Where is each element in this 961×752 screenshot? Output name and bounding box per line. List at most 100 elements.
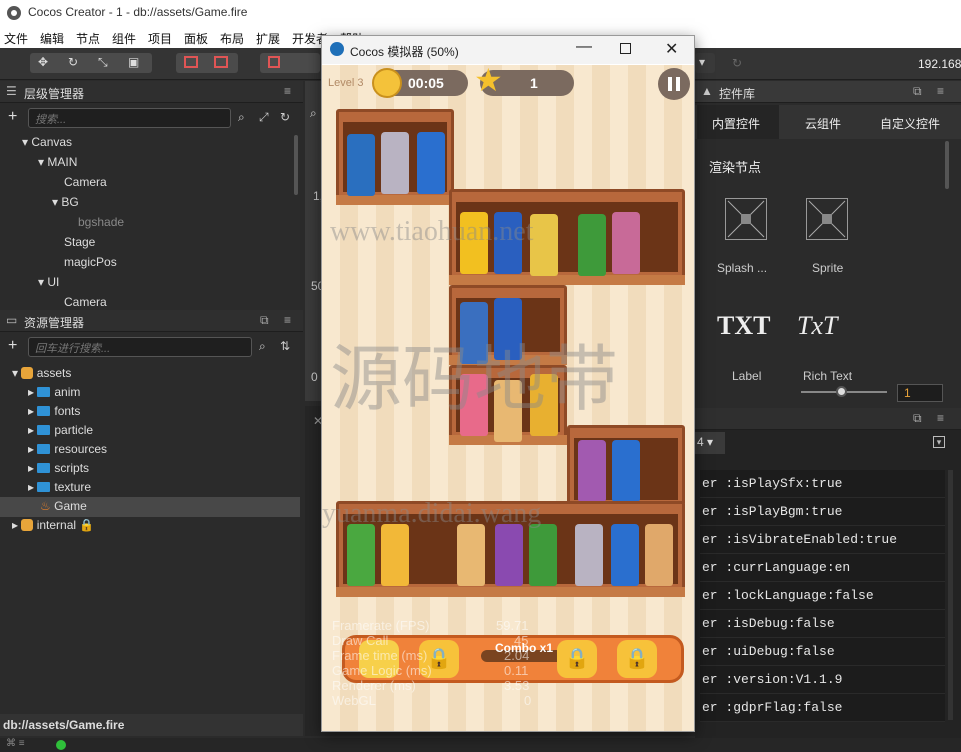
tree-item[interactable]: ▸ internal 🔒 bbox=[12, 518, 94, 532]
game-canvas[interactable]: Level 3 00:05 ★ 1 🔒 Combo x1 🔒 🔒 Framera… bbox=[322, 65, 694, 731]
juice-box-item[interactable] bbox=[460, 212, 488, 274]
zoom-icon[interactable]: ⌕ bbox=[310, 106, 317, 121]
cat-toy-item[interactable] bbox=[457, 524, 485, 586]
menu-extension[interactable]: 扩展 bbox=[256, 30, 280, 47]
lock-icon[interactable]: 🔒 bbox=[617, 640, 657, 678]
tree-node[interactable]: bgshade bbox=[78, 215, 124, 229]
pinwheel-item[interactable] bbox=[347, 134, 375, 196]
menu-icon[interactable]: ≡ bbox=[937, 411, 944, 425]
cookies-box-item[interactable] bbox=[494, 298, 522, 360]
shelf[interactable] bbox=[449, 285, 567, 365]
milk-bottle-item[interactable] bbox=[611, 524, 639, 586]
menu-node[interactable]: 节点 bbox=[76, 30, 100, 47]
menu-file[interactable]: 文件 bbox=[4, 30, 28, 47]
refresh-icon[interactable]: ↻ bbox=[732, 56, 742, 70]
menu-icon[interactable]: ≡ bbox=[937, 84, 944, 98]
pinwheel-item[interactable] bbox=[460, 302, 488, 364]
banana-bottle-item[interactable] bbox=[530, 214, 558, 276]
move-tool-icon[interactable]: ✥ bbox=[38, 55, 48, 69]
maximize-icon[interactable]: ⧉ bbox=[260, 313, 269, 328]
cat-toy-item[interactable] bbox=[381, 132, 409, 194]
shelf[interactable] bbox=[567, 425, 685, 513]
label-icon[interactable]: TXT bbox=[717, 311, 770, 341]
search-icon[interactable]: ⌕ bbox=[238, 110, 245, 125]
cookies-box-item[interactable] bbox=[495, 524, 523, 586]
cookies-box-item[interactable] bbox=[494, 212, 522, 274]
rich-text-icon[interactable]: TxT bbox=[797, 311, 837, 341]
tree-node[interactable]: ▾ MAIN bbox=[38, 155, 77, 169]
tab-builtin[interactable]: 内置控件 bbox=[697, 105, 779, 139]
tree-node[interactable]: magicPos bbox=[64, 255, 117, 269]
zoom-input[interactable]: 1 bbox=[897, 384, 943, 402]
maximize-icon[interactable]: ⧉ bbox=[913, 411, 922, 426]
apple-bottle-item[interactable] bbox=[347, 524, 375, 586]
menu-icon[interactable]: ≡ bbox=[284, 313, 291, 327]
rotate-tool-icon[interactable]: ↻ bbox=[68, 55, 78, 69]
tree-item[interactable]: ▸ texture bbox=[28, 480, 91, 494]
tree-item-selected[interactable]: ♨ Game bbox=[0, 497, 300, 517]
shelf[interactable] bbox=[336, 501, 685, 597]
tree-item[interactable]: ▸ resources bbox=[28, 442, 107, 456]
sort-icon[interactable]: ⇅ bbox=[280, 339, 290, 353]
milk-bottle-item[interactable] bbox=[612, 440, 640, 502]
rect-tool-icon[interactable]: ▣ bbox=[128, 55, 139, 69]
console-scrollbar[interactable] bbox=[948, 470, 953, 720]
locate-icon[interactable]: ⤢ bbox=[259, 110, 269, 125]
add-node-icon[interactable]: + bbox=[8, 108, 17, 126]
pink-toy-item[interactable] bbox=[612, 212, 640, 274]
collapse-icon[interactable]: ▾ bbox=[933, 436, 945, 448]
scrollbar[interactable] bbox=[945, 141, 949, 189]
scale-tool-icon[interactable]: ⤡ bbox=[98, 55, 108, 70]
tree-item[interactable]: ▸ particle bbox=[28, 423, 93, 437]
tab-cloud[interactable]: 云组件 bbox=[783, 105, 865, 139]
menu-component[interactable]: 组件 bbox=[112, 30, 136, 47]
dog-toy-item[interactable] bbox=[494, 380, 522, 442]
shelf[interactable] bbox=[449, 189, 685, 285]
tree-node[interactable]: ▾ UI bbox=[38, 275, 59, 289]
platform-dropdown[interactable]: ▾ bbox=[695, 53, 715, 73]
menu-layout[interactable]: 布局 bbox=[220, 30, 244, 47]
sprite-icon[interactable] bbox=[806, 198, 848, 240]
milk-bottle-item[interactable] bbox=[417, 132, 445, 194]
search-icon[interactable]: ⌕ bbox=[259, 339, 266, 354]
shelf[interactable] bbox=[336, 109, 454, 205]
strawberry-juice-item[interactable] bbox=[460, 374, 488, 436]
apple-bottle-item[interactable] bbox=[529, 524, 557, 586]
cherry-bottle-item[interactable] bbox=[645, 524, 673, 586]
tree-node[interactable]: Stage bbox=[64, 235, 95, 249]
lock-icon[interactable]: 🔒 bbox=[557, 640, 597, 678]
tree-node[interactable]: Camera bbox=[64, 175, 107, 189]
menu-project[interactable]: 项目 bbox=[148, 30, 172, 47]
tree-node[interactable]: ▾ Canvas bbox=[22, 135, 72, 149]
slider-handle[interactable] bbox=[836, 386, 847, 397]
assets-search-input[interactable]: 回车进行搜索... bbox=[28, 337, 252, 357]
scrollbar[interactable] bbox=[294, 135, 298, 195]
tree-item[interactable]: ▸ scripts bbox=[28, 461, 89, 475]
menu-edit[interactable]: 编辑 bbox=[40, 30, 64, 47]
hierarchy-search-input[interactable]: 搜索... bbox=[28, 108, 231, 128]
local-icon[interactable] bbox=[214, 56, 228, 68]
menu-panel[interactable]: 面板 bbox=[184, 30, 208, 47]
banana-bottle-item[interactable] bbox=[530, 374, 558, 436]
pause-button[interactable] bbox=[658, 68, 690, 100]
menu-icon[interactable]: ≡ bbox=[284, 84, 291, 98]
refresh-icon[interactable]: ↻ bbox=[280, 110, 290, 124]
shelf[interactable] bbox=[449, 365, 567, 445]
tab-custom[interactable]: 自定义控件 bbox=[869, 105, 959, 139]
tree-item[interactable]: ▸ fonts bbox=[28, 404, 80, 418]
tree-node[interactable]: Camera bbox=[64, 295, 107, 309]
tree-item-assets[interactable]: ▾ assets bbox=[12, 366, 71, 380]
pivot-icon[interactable] bbox=[184, 56, 198, 68]
tree-item[interactable]: ▸ anim bbox=[28, 385, 80, 399]
tree-node[interactable]: ▾ BG bbox=[52, 195, 79, 209]
add-asset-icon[interactable]: + bbox=[8, 337, 17, 355]
minimize-icon[interactable]: — bbox=[576, 38, 592, 56]
close-icon[interactable]: ✕ bbox=[665, 39, 678, 59]
cookies-box-item[interactable] bbox=[578, 440, 606, 502]
cat-toy-item[interactable] bbox=[575, 524, 603, 586]
apple-bottle-item[interactable] bbox=[578, 214, 606, 276]
maximize-icon[interactable] bbox=[620, 43, 631, 54]
maximize-icon[interactable]: ⧉ bbox=[913, 84, 922, 99]
banana-bottle-item[interactable] bbox=[381, 524, 409, 586]
preview-icon[interactable] bbox=[268, 56, 280, 68]
